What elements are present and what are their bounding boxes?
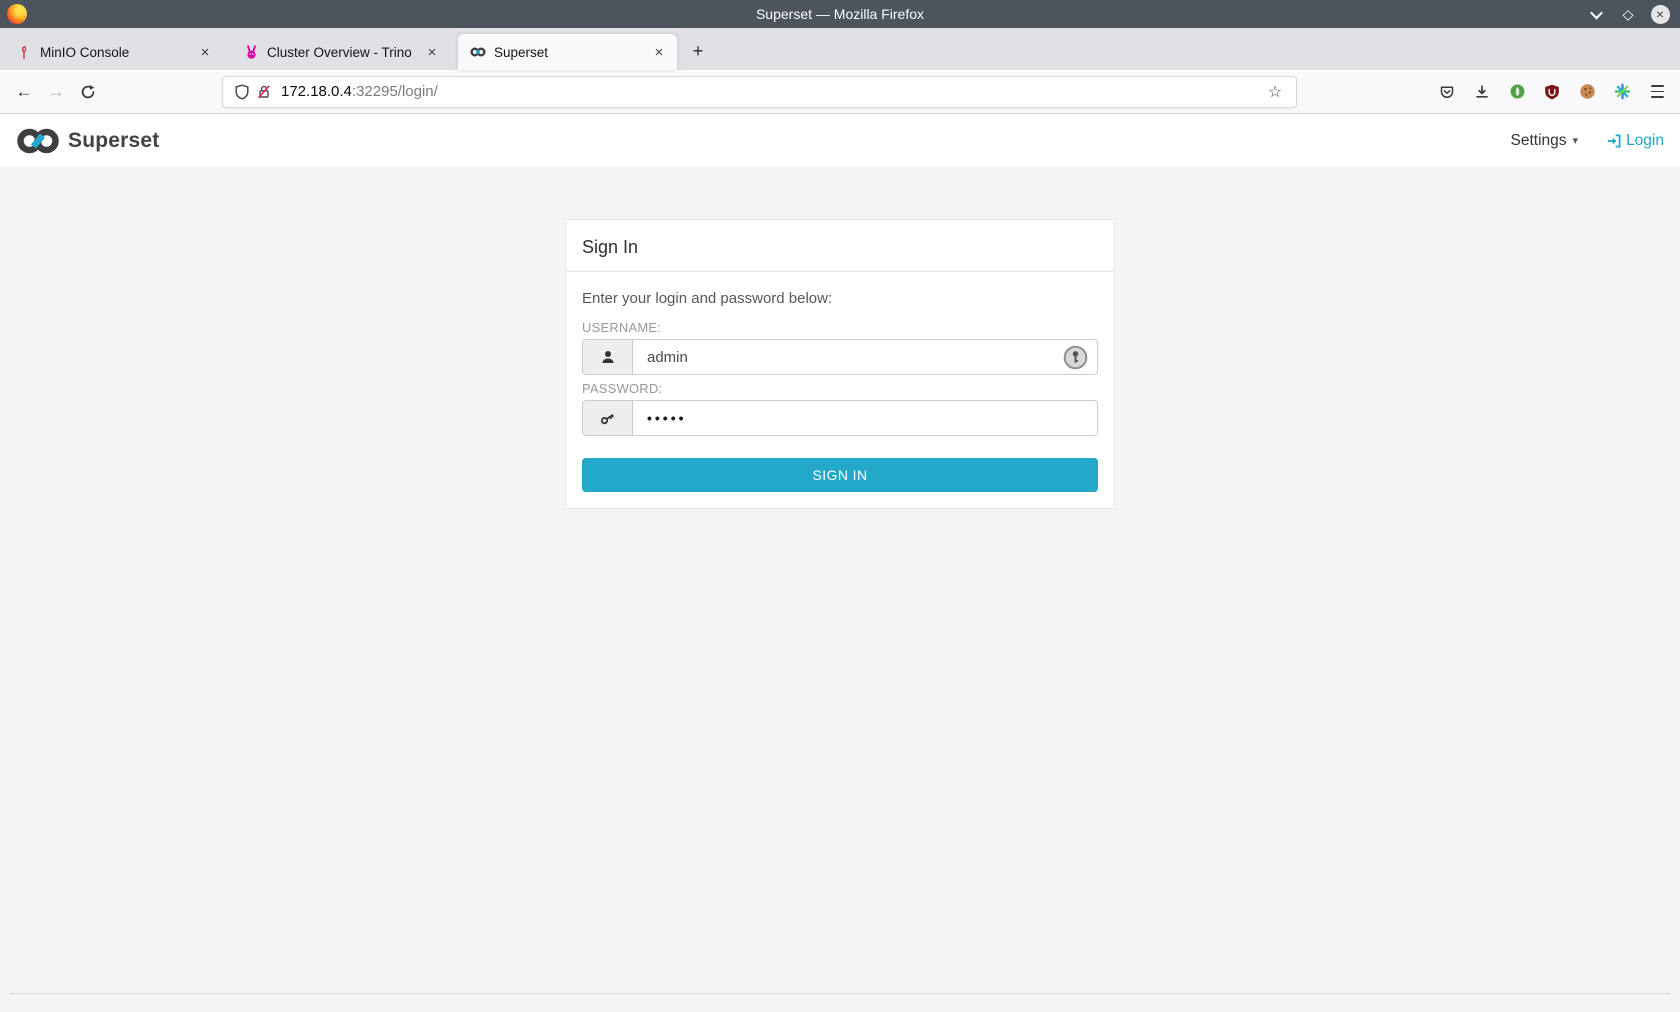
superset-brand[interactable]: Superset — [16, 128, 159, 154]
tab-strip: MinIO Console × Cluster Overview - Trino… — [0, 28, 1680, 70]
user-icon — [600, 349, 616, 365]
window-title: Superset — Mozilla Firefox — [0, 6, 1680, 22]
forward-button[interactable]: → — [40, 77, 72, 107]
url-host: 172.18.0.4 — [281, 83, 352, 100]
url-bar[interactable]: 172.18.0.4:32295/login/ ☆ — [222, 76, 1297, 108]
download-icon — [1474, 84, 1490, 100]
new-tab-button[interactable]: + — [683, 36, 713, 66]
pocket-icon — [1439, 84, 1455, 100]
login-link[interactable]: Login — [1606, 132, 1664, 150]
window-titlebar: Superset — Mozilla Firefox ◇ × — [0, 0, 1680, 28]
maximize-icon: ◇ — [1623, 7, 1634, 21]
tab-title: Superset — [494, 45, 641, 60]
maximize-button[interactable]: ◇ — [1618, 4, 1638, 24]
app-menu-button[interactable] — [1642, 77, 1672, 107]
shield-icon[interactable] — [231, 81, 253, 103]
card-body: Enter your login and password below: USE… — [566, 272, 1114, 508]
minimize-button[interactable] — [1586, 4, 1606, 24]
superset-infinity-icon — [470, 44, 486, 60]
close-window-button[interactable]: × — [1650, 4, 1670, 24]
username-addon — [583, 340, 633, 374]
downloads-button[interactable] — [1467, 77, 1497, 107]
reload-icon — [80, 84, 96, 100]
username-label: USERNAME: — [582, 320, 1098, 335]
insecure-lock-icon[interactable] — [253, 81, 275, 103]
footer-divider — [10, 993, 1670, 994]
sign-in-button[interactable]: SIGN IN — [582, 458, 1098, 492]
bookmark-star-icon[interactable]: ☆ — [1262, 79, 1288, 105]
ublock-button[interactable] — [1537, 77, 1567, 107]
tab-title: MinIO Console — [40, 45, 187, 60]
cookie-extension-button[interactable] — [1572, 77, 1602, 107]
tab-close-button[interactable]: × — [649, 42, 669, 62]
reload-button[interactable] — [72, 77, 104, 107]
tab-minio-console[interactable]: MinIO Console × — [4, 34, 223, 70]
pocket-button[interactable] — [1432, 77, 1462, 107]
chevron-down-icon — [1590, 6, 1603, 19]
tab-trino-cluster[interactable]: Cluster Overview - Trino × — [231, 34, 450, 70]
minio-flamingo-icon — [16, 44, 32, 60]
card-title: Sign In — [582, 237, 1098, 258]
login-instruction: Enter your login and password below: — [582, 290, 1098, 307]
extension-green-icon — [1509, 83, 1526, 100]
superset-infinity-icon — [16, 128, 60, 154]
sparkle-extension-button[interactable] — [1607, 77, 1637, 107]
tab-close-button[interactable]: × — [422, 42, 442, 62]
keepassxc-icon[interactable] — [1063, 345, 1088, 370]
trino-bunny-icon — [243, 44, 259, 60]
cookie-icon — [1579, 83, 1596, 100]
page-body: Sign In Enter your login and password be… — [0, 167, 1680, 1012]
back-button[interactable]: ← — [8, 77, 40, 107]
sparkle-extension-icon — [1614, 83, 1631, 100]
menu-icon — [1651, 85, 1664, 97]
caret-down-icon: ▾ — [1573, 134, 1579, 147]
tab-close-button[interactable]: × — [195, 42, 215, 62]
tab-title: Cluster Overview - Trino — [267, 45, 414, 60]
key-icon — [599, 410, 616, 427]
firefox-logo — [7, 4, 27, 24]
settings-menu[interactable]: Settings ▾ — [1511, 132, 1579, 150]
password-input[interactable] — [633, 401, 1097, 435]
ublock-shield-icon — [1544, 84, 1560, 100]
username-input-group — [582, 339, 1098, 375]
extension-green-button[interactable] — [1502, 77, 1532, 107]
superset-navbar: Superset Settings ▾ Login — [0, 114, 1680, 167]
password-input-group — [582, 400, 1098, 436]
password-addon — [583, 401, 633, 435]
tab-superset[interactable]: Superset × — [458, 34, 677, 70]
close-icon: × — [1651, 5, 1670, 24]
password-label: PASSWORD: — [582, 381, 1098, 396]
settings-label: Settings — [1511, 132, 1567, 150]
url-text: 172.18.0.4:32295/login/ — [281, 83, 1262, 100]
username-input[interactable] — [633, 340, 1097, 374]
login-label: Login — [1626, 132, 1664, 150]
sign-in-icon — [1606, 133, 1622, 149]
brand-name: Superset — [68, 129, 159, 153]
card-header: Sign In — [566, 220, 1114, 272]
sign-in-card: Sign In Enter your login and password be… — [565, 219, 1115, 509]
navigation-toolbar: ← → 172.18.0.4:32295/login/ ☆ — [0, 70, 1680, 114]
url-path: :32295/login/ — [352, 83, 438, 100]
